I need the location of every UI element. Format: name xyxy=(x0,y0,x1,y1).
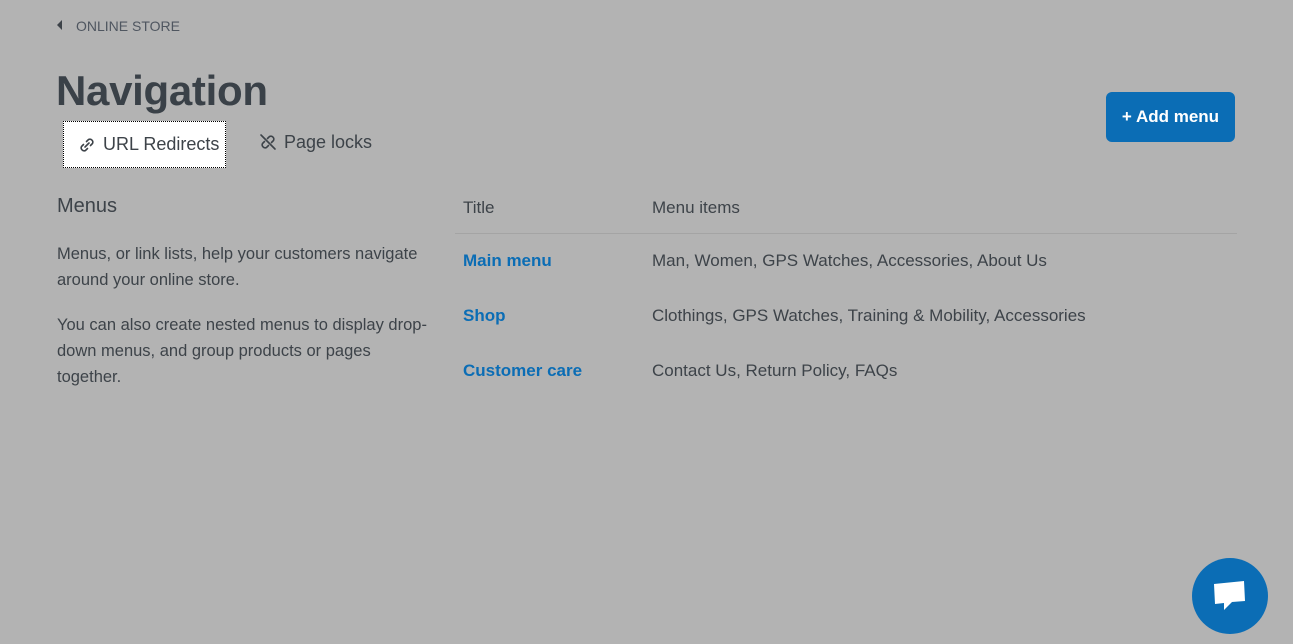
menu-items-text: Clothings, GPS Watches, Training & Mobil… xyxy=(652,306,1086,325)
chat-button[interactable] xyxy=(1192,558,1268,634)
menu-items-text: Contact Us, Return Policy, FAQs xyxy=(652,361,898,380)
column-header-menu-items: Menu items xyxy=(652,198,740,217)
table-divider xyxy=(455,233,1237,234)
menus-description: Menus, or link lists, help your customer… xyxy=(57,245,418,289)
menu-title-link[interactable]: Customer care xyxy=(463,361,582,381)
caret-left-icon xyxy=(57,20,62,30)
add-menu-button[interactable]: + Add menu xyxy=(1106,92,1235,142)
menu-items-text: Man, Women, GPS Watches, Accessories, Ab… xyxy=(652,251,1047,270)
nested-menus-description: You can also create nested menus to disp… xyxy=(57,316,427,386)
url-redirects-label: URL Redirects xyxy=(103,134,220,154)
page-locks-label: Page locks xyxy=(284,131,373,152)
url-redirects-link[interactable]: URL Redirects xyxy=(63,121,226,168)
link-icon xyxy=(80,137,94,152)
page-locks-link[interactable]: Page locks xyxy=(258,128,372,156)
menu-title-link[interactable]: Shop xyxy=(463,306,506,326)
chat-bubble-icon xyxy=(1214,581,1245,610)
breadcrumb-label: ONLINE STORE xyxy=(76,18,180,34)
unlink-icon xyxy=(260,134,276,150)
column-header-title: Title xyxy=(463,198,495,217)
page-title: Navigation xyxy=(56,67,268,114)
breadcrumb[interactable]: ONLINE STORE xyxy=(57,18,180,34)
menu-title-link[interactable]: Main menu xyxy=(463,251,552,271)
menus-heading: Menus xyxy=(57,195,118,217)
